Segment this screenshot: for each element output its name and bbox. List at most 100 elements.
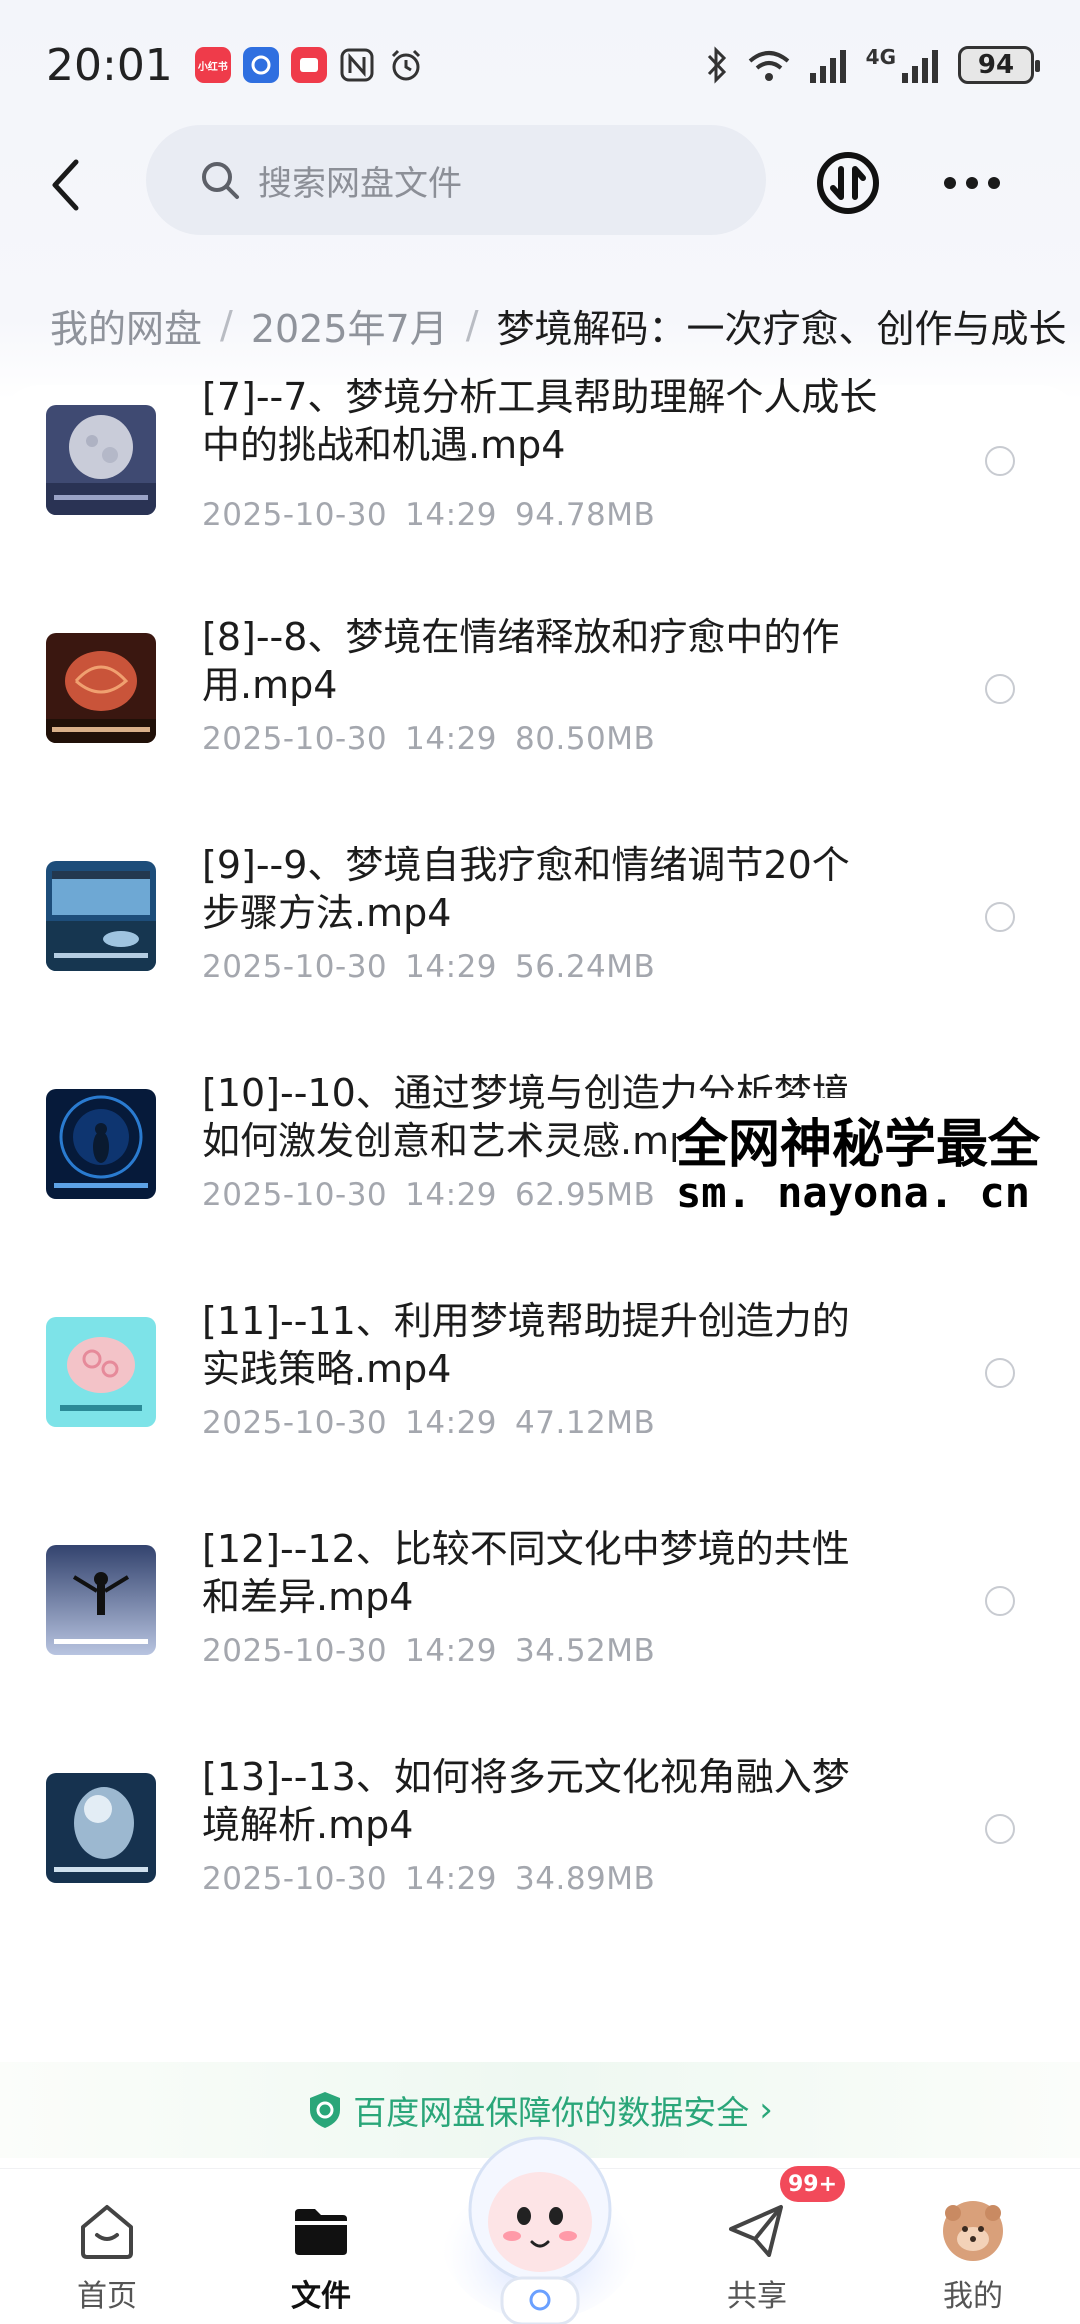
file-name-line2: 和差异.mp4 bbox=[202, 1575, 414, 1619]
select-checkbox[interactable] bbox=[985, 1358, 1015, 1388]
file-time: 14:29 bbox=[405, 1633, 498, 1669]
file-name-line1: [9]--9、梦境自我疗愈和情绪调节20个 bbox=[202, 843, 850, 887]
file-name-line1: [8]--8、梦境在情绪释放和疗愈中的作 bbox=[202, 615, 840, 659]
avatar-icon bbox=[943, 2201, 1003, 2261]
header-bar: 搜索网盘文件 bbox=[0, 125, 1080, 240]
wifi-icon bbox=[748, 51, 789, 81]
more-options-button[interactable] bbox=[940, 151, 1004, 215]
breadcrumb-item-root[interactable]: 我的网盘 bbox=[50, 298, 202, 353]
file-time: 14:29 bbox=[405, 497, 498, 533]
bluetooth-icon bbox=[707, 46, 726, 84]
video-thumbnail bbox=[46, 1773, 156, 1883]
watermark-title: 全网神秘学最全 bbox=[676, 1115, 1041, 1175]
video-thumbnail bbox=[46, 861, 156, 971]
file-time: 14:29 bbox=[405, 1405, 498, 1441]
share-notification-badge: 99+ bbox=[780, 2166, 846, 2202]
file-list-card: [7]--7、梦境分析工具帮助理解个人成长 中的挑战和机遇.mp4 2025-1… bbox=[0, 375, 1080, 2075]
network-type-label: 4G bbox=[865, 45, 896, 69]
status-right: 4G 94 bbox=[704, 45, 1040, 85]
battery-indicator: 94 bbox=[958, 46, 1040, 84]
select-checkbox[interactable] bbox=[985, 902, 1015, 932]
transfer-list-button[interactable] bbox=[816, 151, 880, 215]
video-thumbnail bbox=[46, 1317, 156, 1427]
file-row[interactable]: [11]--11、利用梦境帮助提升创造力的 实践策略.mp4 2025-10-3… bbox=[0, 1297, 1080, 1525]
file-name: [7]--7、梦境分析工具帮助理解个人成长 中的挑战和机遇.mp4 bbox=[202, 373, 922, 469]
battery-level: 94 bbox=[977, 50, 1015, 80]
watermark-overlay: 全网神秘学最全 sm. nayona. cn bbox=[676, 1098, 1080, 1222]
mascot-icon bbox=[442, 2136, 638, 2324]
blue-app-icon bbox=[242, 47, 279, 83]
file-date: 2025-10-30 bbox=[202, 1861, 388, 1897]
file-row[interactable]: [13]--13、如何将多元文化视角融入梦 境解析.mp4 2025-10-30… bbox=[0, 1753, 1080, 1981]
file-name-line1: [12]--12、比较不同文化中梦境的共性 bbox=[202, 1527, 850, 1571]
file-time: 14:29 bbox=[405, 721, 498, 757]
mascot-assistant-button[interactable] bbox=[440, 2110, 640, 2324]
file-name-line2: 实践策略.mp4 bbox=[202, 1347, 452, 1391]
file-row[interactable]: [12]--12、比较不同文化中梦境的共性 和差异.mp4 2025-10-30… bbox=[0, 1525, 1080, 1753]
alarm-icon bbox=[391, 49, 420, 81]
file-date: 2025-10-30 bbox=[202, 497, 388, 533]
file-time: 14:29 bbox=[405, 949, 498, 985]
file-name-line2: 中的挑战和机遇.mp4 bbox=[202, 423, 566, 467]
transfer-icon bbox=[817, 152, 879, 214]
file-name-line2: 境解析.mp4 bbox=[202, 1803, 414, 1847]
file-meta: 2025-10-30 14:29 56.24MB bbox=[202, 949, 655, 985]
file-date: 2025-10-30 bbox=[202, 1405, 388, 1441]
breadcrumb-item-month[interactable]: 2025年7月 bbox=[251, 298, 448, 353]
xiaohongshu-icon-text: 小红书 bbox=[197, 61, 228, 73]
nav-label-files: 文件 bbox=[291, 2279, 351, 2314]
file-size: 80.50MB bbox=[515, 721, 656, 757]
file-name-line1: [7]--7、梦境分析工具帮助理解个人成长 bbox=[202, 375, 878, 419]
file-meta: 2025-10-30 14:29 62.95MB bbox=[202, 1177, 655, 1213]
select-checkbox[interactable] bbox=[985, 1586, 1015, 1616]
nfc-icon bbox=[340, 48, 374, 82]
breadcrumb: 我的网盘 / 2025年7月 / 梦境解码：一次疗愈、创作与成长 bbox=[50, 290, 1080, 360]
file-row[interactable]: [8]--8、梦境在情绪释放和疗愈中的作 用.mp4 2025-10-30 14:… bbox=[0, 613, 1080, 841]
breadcrumb-separator: / bbox=[220, 303, 233, 347]
select-checkbox[interactable] bbox=[985, 446, 1015, 476]
file-date: 2025-10-30 bbox=[202, 721, 388, 757]
video-thumbnail bbox=[46, 1545, 156, 1655]
file-name-line1: [11]--11、利用梦境帮助提升创造力的 bbox=[202, 1299, 850, 1343]
file-date: 2025-10-30 bbox=[202, 949, 388, 985]
file-size: 47.12MB bbox=[515, 1405, 656, 1441]
file-row[interactable]: [9]--9、梦境自我疗愈和情绪调节20个 步骤方法.mp4 2025-10-3… bbox=[0, 841, 1080, 1069]
file-size: 94.78MB bbox=[515, 497, 656, 533]
back-button[interactable] bbox=[40, 155, 90, 215]
select-checkbox[interactable] bbox=[985, 1814, 1015, 1844]
file-name: [12]--12、比较不同文化中梦境的共性 和差异.mp4 bbox=[202, 1525, 922, 1621]
status-app-icons: 小红书 bbox=[194, 46, 425, 84]
red-app-icon bbox=[290, 47, 327, 83]
search-placeholder: 搜索网盘文件 bbox=[258, 163, 462, 204]
search-input[interactable]: 搜索网盘文件 bbox=[146, 125, 766, 235]
file-size: 34.52MB bbox=[515, 1633, 656, 1669]
status-bar: 20:01 小红书 4G 94 bbox=[0, 0, 1080, 130]
nav-label-home: 首页 bbox=[77, 2279, 137, 2314]
nav-item-files[interactable]: 文件 bbox=[246, 2187, 396, 2317]
file-row[interactable]: [7]--7、梦境分析工具帮助理解个人成长 中的挑战和机遇.mp4 2025-1… bbox=[0, 375, 1080, 613]
shield-icon bbox=[310, 2092, 341, 2128]
watermark-url: sm. nayona. cn bbox=[676, 1168, 1031, 1217]
file-meta: 2025-10-30 14:29 34.89MB bbox=[202, 1861, 655, 1897]
search-icon bbox=[202, 162, 239, 199]
home-icon bbox=[81, 2205, 133, 2259]
signal-icon bbox=[809, 50, 846, 83]
file-size: 62.95MB bbox=[515, 1177, 656, 1213]
breadcrumb-separator: / bbox=[465, 303, 479, 347]
breadcrumb-current-folder: 梦境解码：一次疗愈、创作与成长 bbox=[496, 306, 1067, 351]
back-arrow-icon bbox=[52, 159, 79, 211]
nav-item-profile[interactable]: 我的 bbox=[898, 2187, 1048, 2317]
file-date: 2025-10-30 bbox=[202, 1633, 388, 1669]
share-icon bbox=[729, 2205, 783, 2257]
signal-icon-2 bbox=[902, 50, 938, 83]
file-name: [9]--9、梦境自我疗愈和情绪调节20个 步骤方法.mp4 bbox=[202, 841, 922, 937]
nav-label-share: 共享 bbox=[727, 2279, 787, 2314]
more-dots-icon bbox=[944, 177, 1000, 189]
nav-item-share[interactable]: 共享 bbox=[682, 2187, 832, 2317]
file-name-line1: [13]--13、如何将多元文化视角融入梦 bbox=[202, 1755, 850, 1799]
file-date: 2025-10-30 bbox=[202, 1177, 388, 1213]
file-name-line2: 用.mp4 bbox=[202, 663, 338, 707]
chevron-right-icon: › bbox=[759, 2090, 773, 2130]
select-checkbox[interactable] bbox=[985, 674, 1015, 704]
nav-item-home[interactable]: 首页 bbox=[32, 2187, 182, 2317]
